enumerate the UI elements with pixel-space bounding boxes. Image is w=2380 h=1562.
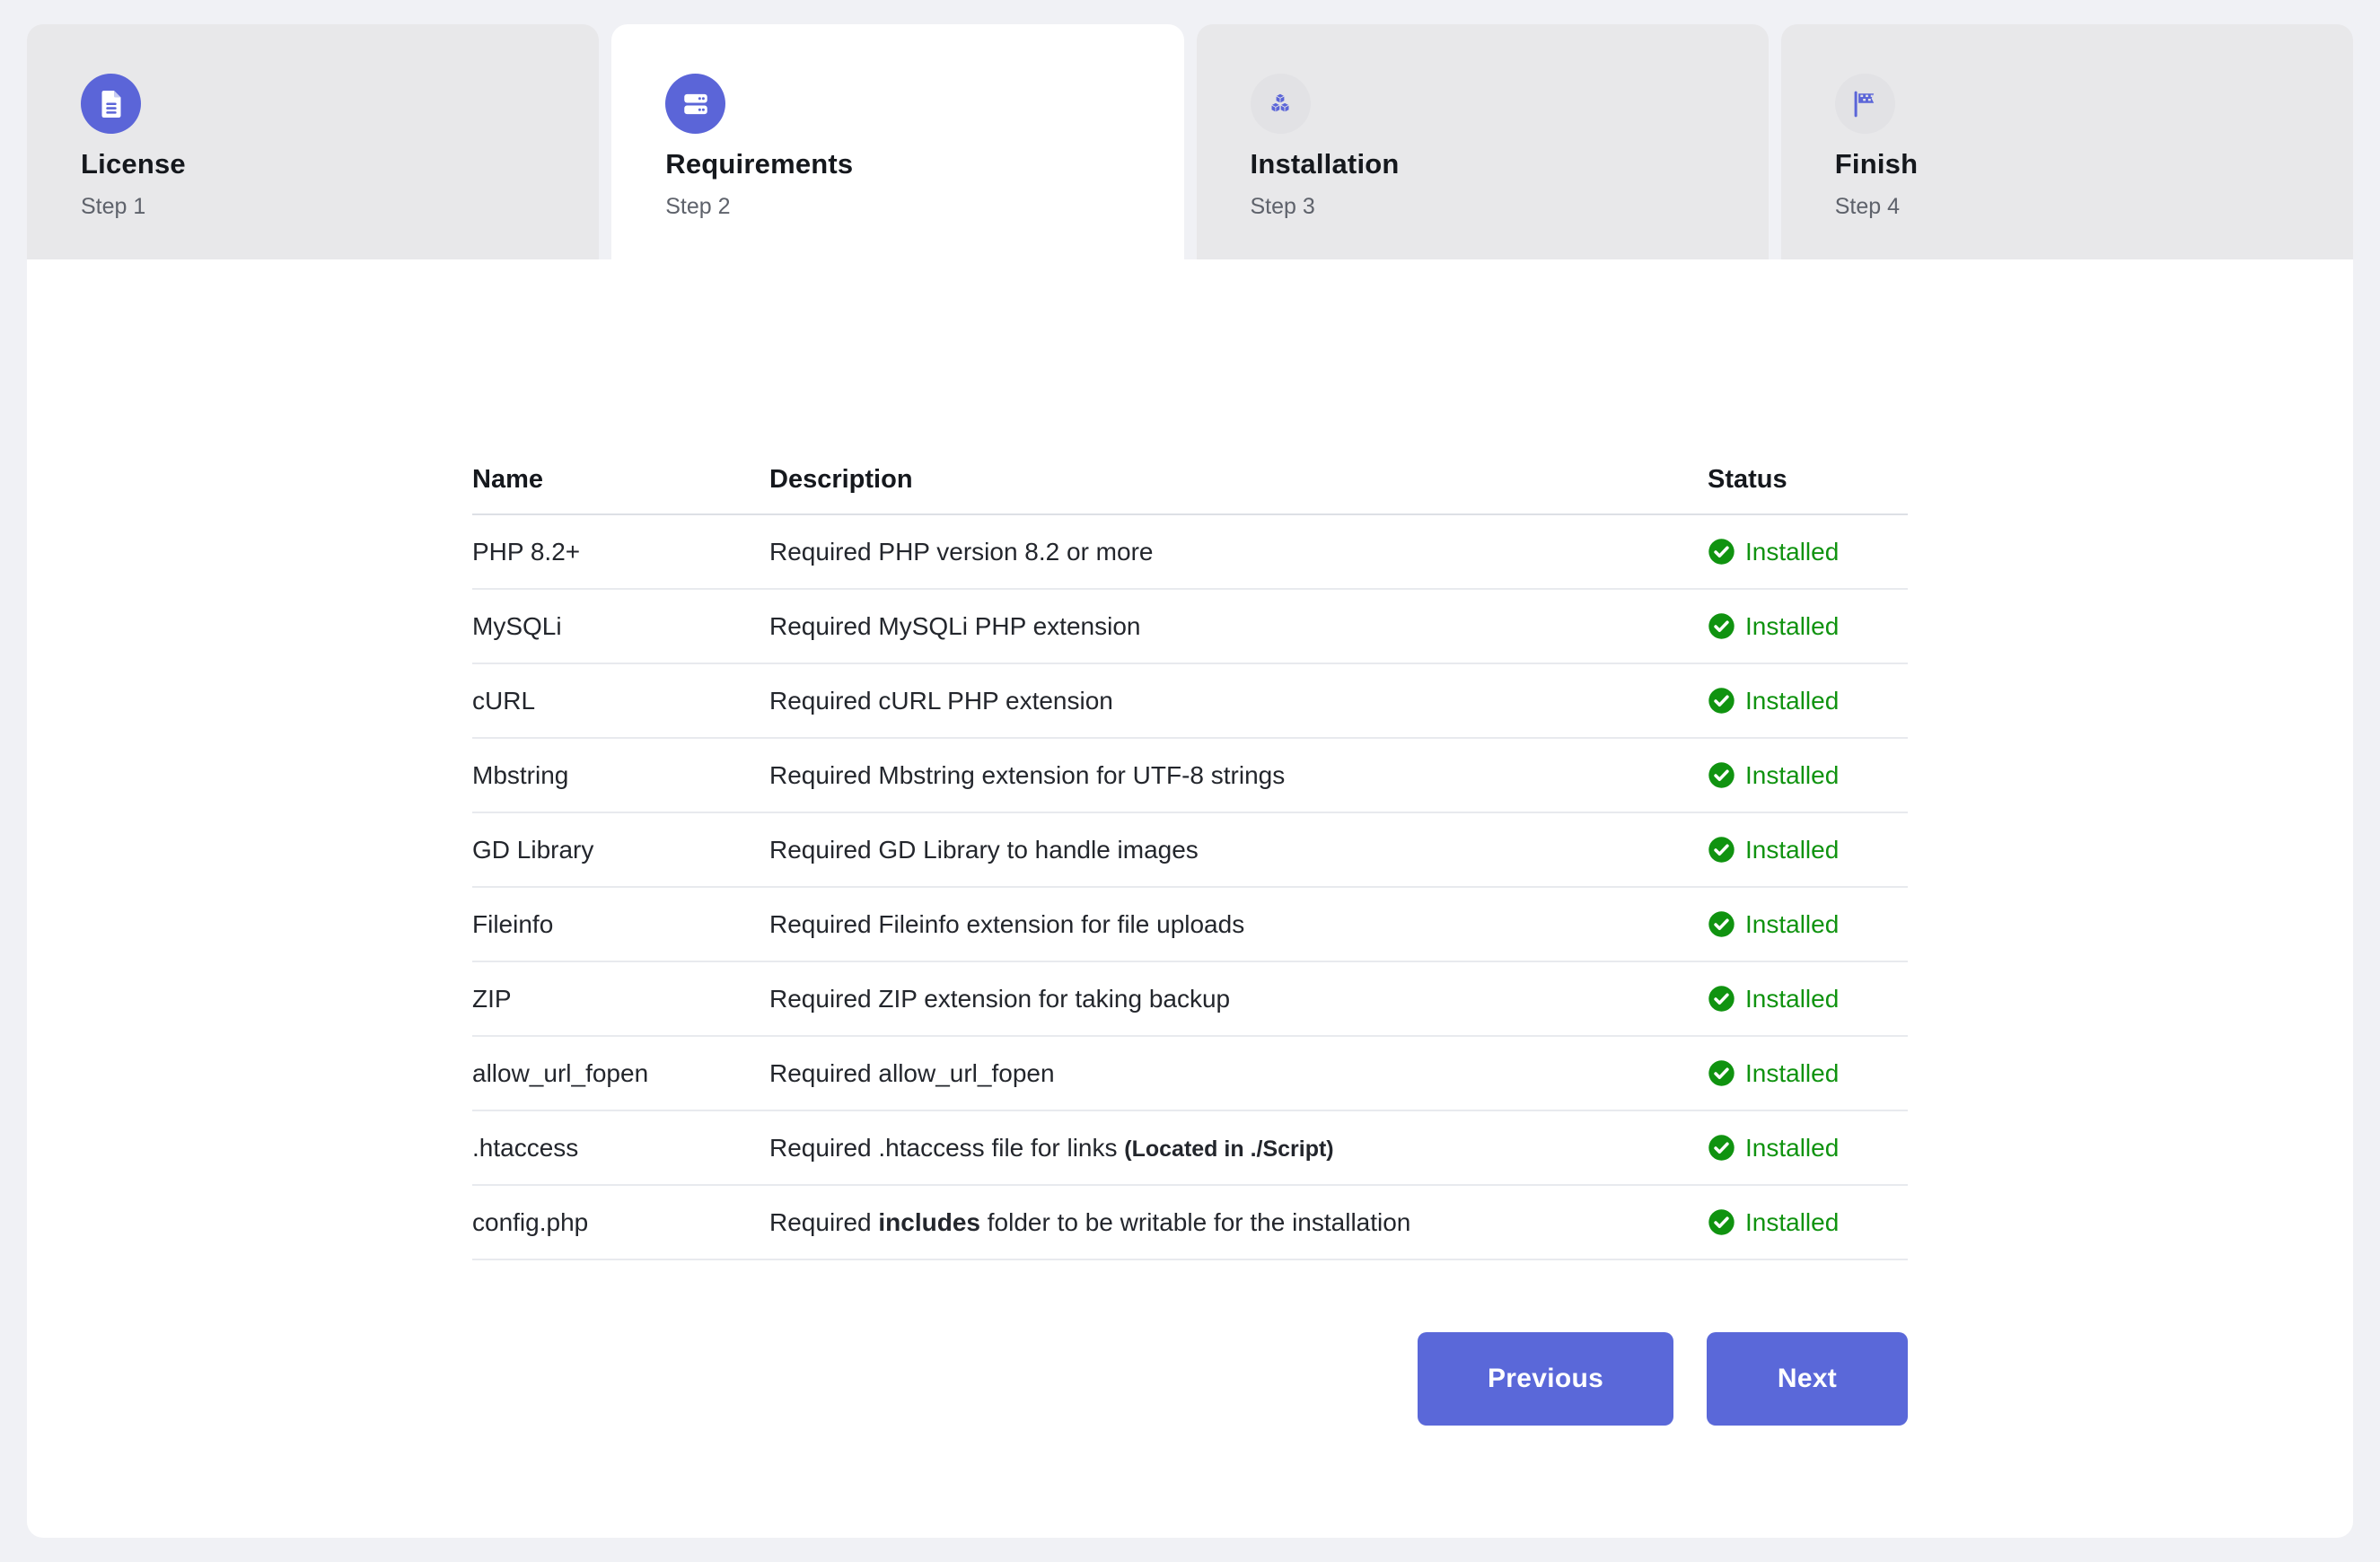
table-row: Fileinfo Required Fileinfo extension for…	[472, 888, 1908, 962]
requirements-table: Name Description Status PHP 8.2+ Require…	[472, 259, 1908, 1260]
status-label: Installed	[1745, 1059, 1839, 1088]
step-icon-circle	[665, 74, 725, 134]
server-icon	[680, 88, 712, 120]
status-label: Installed	[1745, 612, 1839, 641]
table-row: ZIP Required ZIP extension for taking ba…	[472, 962, 1908, 1037]
table-row: .htaccess Required .htaccess file for li…	[472, 1111, 1908, 1186]
step-subtitle: Step 1	[81, 194, 563, 220]
requirement-status: Installed	[1708, 1208, 1908, 1237]
requirement-description: Required Fileinfo extension for file upl…	[769, 910, 1708, 939]
check-circle-icon	[1708, 985, 1735, 1013]
tab-step-finish[interactable]: Finish Step 4	[1781, 24, 2353, 259]
requirement-status: Installed	[1708, 985, 1908, 1014]
table-row: Mbstring Required Mbstring extension for…	[472, 739, 1908, 813]
status-label: Installed	[1745, 910, 1839, 939]
table-row: config.php Required includes folder to b…	[472, 1186, 1908, 1260]
step-subtitle: Step 2	[665, 194, 1147, 220]
requirement-description: Required cURL PHP extension	[769, 687, 1708, 715]
requirement-status: Installed	[1708, 687, 1908, 715]
requirement-description: Required .htaccess file for links (Locat…	[769, 1134, 1708, 1163]
requirement-status: Installed	[1708, 1059, 1908, 1088]
table-row: PHP 8.2+ Required PHP version 8.2 or mor…	[472, 515, 1908, 590]
checkered-flag-icon	[1849, 88, 1881, 120]
requirement-status: Installed	[1708, 836, 1908, 864]
requirement-description: Required PHP version 8.2 or more	[769, 538, 1708, 566]
requirement-name: ZIP	[472, 985, 769, 1014]
column-header-name: Name	[472, 465, 769, 495]
table-header-row: Name Description Status	[472, 445, 1908, 515]
status-label: Installed	[1745, 687, 1839, 715]
requirement-status: Installed	[1708, 612, 1908, 641]
wizard-steps: License Step 1 Requirements Step 2	[27, 24, 2353, 259]
requirement-description: Required allow_url_fopen	[769, 1059, 1708, 1088]
tab-step-license[interactable]: License Step 1	[27, 24, 599, 259]
check-circle-icon	[1708, 1059, 1735, 1087]
requirement-status: Installed	[1708, 910, 1908, 939]
requirement-description: Required includes folder to be writable …	[769, 1208, 1708, 1237]
step-title: Finish	[1835, 148, 2317, 180]
check-circle-icon	[1708, 836, 1735, 864]
requirement-status: Installed	[1708, 761, 1908, 790]
check-circle-icon	[1708, 910, 1735, 938]
tab-step-requirements[interactable]: Requirements Step 2	[611, 24, 1183, 259]
column-header-description: Description	[769, 465, 1708, 495]
tab-step-installation[interactable]: Installation Step 3	[1197, 24, 1769, 259]
requirement-description: Required ZIP extension for taking backup	[769, 985, 1708, 1014]
requirement-name: Mbstring	[472, 761, 769, 790]
wizard-nav-buttons: Previous Next	[472, 1332, 1908, 1426]
requirement-description: Required MySQLi PHP extension	[769, 612, 1708, 641]
step-subtitle: Step 3	[1251, 194, 1733, 220]
requirement-name: cURL	[472, 687, 769, 715]
requirement-description: Required GD Library to handle images	[769, 836, 1708, 864]
status-label: Installed	[1745, 761, 1839, 790]
status-label: Installed	[1745, 836, 1839, 864]
column-header-status: Status	[1708, 465, 1908, 495]
requirement-name: PHP 8.2+	[472, 538, 769, 566]
status-label: Installed	[1745, 538, 1839, 566]
previous-button[interactable]: Previous	[1418, 1332, 1673, 1426]
next-button[interactable]: Next	[1707, 1332, 1908, 1426]
requirement-status: Installed	[1708, 1134, 1908, 1163]
requirement-name: .htaccess	[472, 1134, 769, 1163]
check-circle-icon	[1708, 1208, 1735, 1236]
step-icon-circle	[81, 74, 141, 134]
installer-page: License Step 1 Requirements Step 2	[0, 0, 2380, 1538]
file-document-icon	[95, 88, 127, 120]
step-title: Requirements	[665, 148, 1147, 180]
requirement-status: Installed	[1708, 538, 1908, 566]
requirement-name: Fileinfo	[472, 910, 769, 939]
check-circle-icon	[1708, 538, 1735, 566]
table-row: cURL Required cURL PHP extension Install…	[472, 664, 1908, 739]
table-row: GD Library Required GD Library to handle…	[472, 813, 1908, 888]
check-circle-icon	[1708, 687, 1735, 715]
check-circle-icon	[1708, 761, 1735, 789]
step-subtitle: Step 4	[1835, 194, 2317, 220]
status-label: Installed	[1745, 1208, 1839, 1237]
requirement-name: GD Library	[472, 836, 769, 864]
table-row: allow_url_fopen Required allow_url_fopen…	[472, 1037, 1908, 1111]
table-row: MySQLi Required MySQLi PHP extension Ins…	[472, 590, 1908, 664]
content-card: Name Description Status PHP 8.2+ Require…	[27, 259, 2353, 1538]
step-title: License	[81, 148, 563, 180]
requirement-name: config.php	[472, 1208, 769, 1237]
table-body: PHP 8.2+ Required PHP version 8.2 or mor…	[472, 515, 1908, 1260]
step-icon-circle	[1835, 74, 1895, 134]
step-icon-circle	[1251, 74, 1311, 134]
cubes-icon	[1264, 88, 1296, 120]
step-title: Installation	[1251, 148, 1733, 180]
requirement-name: allow_url_fopen	[472, 1059, 769, 1088]
status-label: Installed	[1745, 985, 1839, 1014]
status-label: Installed	[1745, 1134, 1839, 1163]
check-circle-icon	[1708, 612, 1735, 640]
check-circle-icon	[1708, 1134, 1735, 1162]
requirement-name: MySQLi	[472, 612, 769, 641]
requirement-description: Required Mbstring extension for UTF-8 st…	[769, 761, 1708, 790]
